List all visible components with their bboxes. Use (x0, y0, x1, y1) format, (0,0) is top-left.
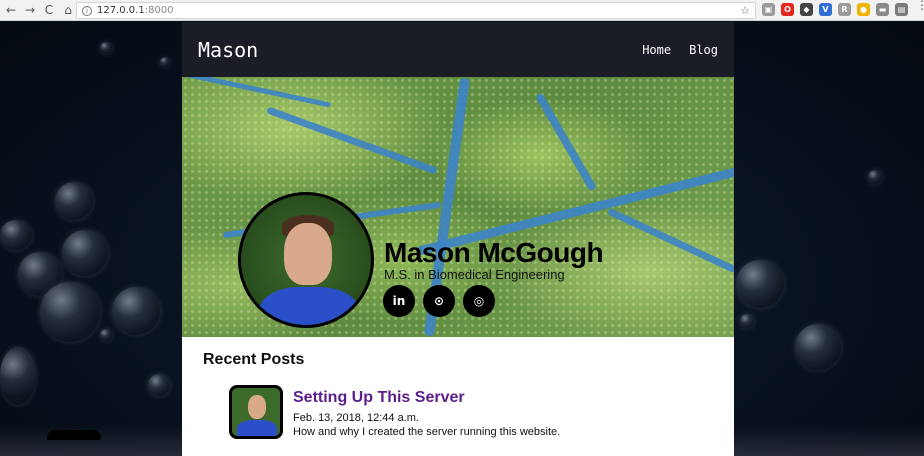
reload-button[interactable]: C (41, 2, 57, 18)
nav-blog-link[interactable]: Blog (689, 43, 718, 57)
extension-icon[interactable]: ● (857, 3, 870, 16)
profile-avatar (238, 192, 374, 328)
bubble-decoration (0, 220, 32, 250)
linkedin-button[interactable]: in (383, 285, 415, 317)
linkedin-icon: in (392, 294, 406, 308)
bubble-decoration (62, 230, 108, 276)
post-date: Feb. 13, 2018, 12:44 a.m. (293, 412, 419, 424)
github-button[interactable]: ⊙ (423, 285, 455, 317)
social-links: in ⊙ ◎ (383, 285, 495, 317)
bubble-decoration (0, 347, 36, 405)
url-port: :8000 (144, 5, 174, 16)
bubble-decoration (100, 329, 112, 341)
post-item[interactable]: Setting Up This Server Feb. 13, 2018, 12… (229, 385, 734, 441)
extension-icon[interactable]: R (838, 3, 851, 16)
nav-home-link[interactable]: Home (642, 43, 671, 57)
bubble-decoration (736, 260, 784, 308)
post-title-link[interactable]: Setting Up This Server (293, 389, 465, 407)
back-button[interactable]: ← (3, 2, 19, 18)
extensions-bar: ▣ O ◆ V R ● ▬ ▤ (762, 3, 908, 16)
home-button[interactable]: ⌂ (60, 2, 76, 18)
bubble-decoration (795, 324, 841, 370)
extension-icon[interactable]: ▬ (876, 3, 889, 16)
next-post-thumbnail[interactable] (47, 430, 101, 440)
browser-toolbar: ← → C ⌂ i 127.0.0.1:8000 ☆ ▣ O ◆ V R ● ▬ ▤ ⋮ (0, 0, 924, 21)
bubble-decoration (100, 42, 112, 54)
hero-banner: Mason McGough M.S. in Biomedical Enginee… (182, 77, 734, 337)
avatar-face (284, 223, 332, 285)
bubble-decoration (740, 314, 754, 328)
url-text: 127.0.0.1:8000 (97, 5, 174, 16)
site-nav: Home Blog (642, 43, 718, 57)
extension-icon[interactable]: ▤ (895, 3, 908, 16)
forward-button[interactable]: → (22, 2, 38, 18)
extension-icon[interactable]: ▣ (762, 3, 775, 16)
profile-name: Mason McGough (384, 237, 604, 268)
info-icon[interactable]: i (82, 5, 92, 16)
bubble-decoration (868, 170, 882, 184)
post-description: How and why I created the server running… (293, 426, 561, 438)
site-brand[interactable]: Mason (198, 38, 258, 62)
extension-icon[interactable]: O (781, 3, 794, 16)
bookmark-star-icon[interactable]: ☆ (740, 4, 750, 17)
thumb-shirt (237, 420, 277, 436)
github-icon: ⊙ (433, 294, 445, 308)
url-host: 127.0.0.1 (97, 5, 145, 16)
bubble-decoration (40, 282, 100, 342)
bubble-decoration (148, 374, 170, 396)
extension-icon[interactable]: ◆ (800, 3, 813, 16)
site-navbar: Mason Home Blog (182, 22, 734, 77)
recent-posts-heading: Recent Posts (203, 351, 305, 368)
recent-posts-section: Recent Posts Setting Up This Server Feb.… (182, 337, 734, 456)
browser-menu-icon[interactable]: ⋮ (916, 0, 924, 11)
profile-subtitle: M.S. in Biomedical Engineering (384, 267, 565, 282)
extension-icon[interactable]: V (819, 3, 832, 16)
instagram-button[interactable]: ◎ (463, 285, 495, 317)
avatar-shirt (259, 287, 359, 325)
address-bar[interactable]: i 127.0.0.1:8000 ☆ (76, 2, 756, 19)
site-container: Mason Home Blog Mason McGough M.S. in Bi… (182, 22, 734, 456)
bubble-decoration (55, 182, 93, 220)
thumb-face (248, 395, 266, 419)
instagram-icon: ◎ (473, 294, 485, 308)
bubble-decoration (160, 57, 170, 67)
bubble-decoration (112, 287, 160, 335)
post-thumbnail[interactable] (229, 385, 283, 439)
